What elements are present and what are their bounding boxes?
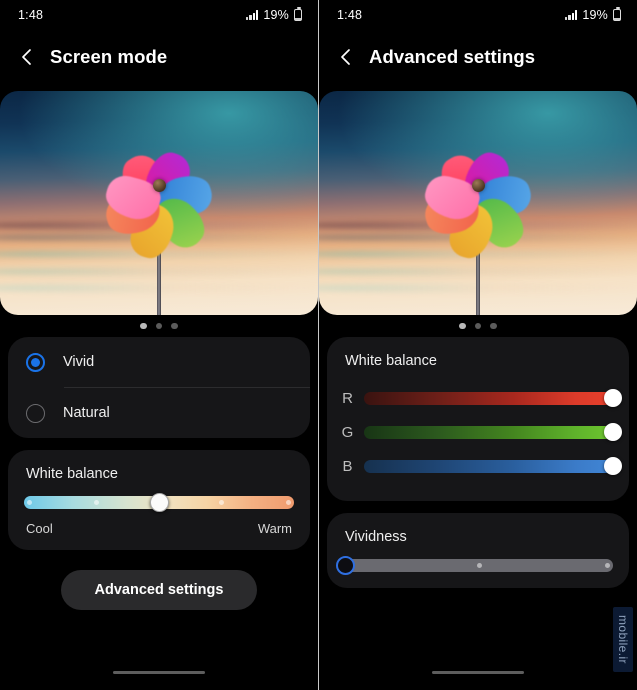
red-slider[interactable]: [364, 389, 622, 407]
pinwheel-graphic: [89, 119, 229, 315]
status-indicators: 19%: [565, 7, 621, 22]
app-bar-left: Screen mode: [0, 30, 318, 84]
home-indicator-right[interactable]: [432, 670, 524, 674]
vividness-card: Vividness: [327, 513, 629, 588]
page-dot[interactable]: [459, 322, 466, 330]
battery-icon: [294, 7, 302, 21]
slider-tick: [94, 500, 100, 505]
red-slider-thumb[interactable]: [604, 389, 622, 407]
white-balance-thumb[interactable]: [149, 493, 169, 512]
site-watermark: mobile.ir: [613, 607, 633, 672]
home-indicator-left[interactable]: [113, 670, 205, 674]
cool-label: Cool: [26, 521, 53, 536]
white-balance-card-left: White balance Cool Warm: [8, 450, 310, 550]
white-balance-title: White balance: [345, 353, 437, 369]
radio-vivid[interactable]: [26, 352, 45, 372]
warm-label: Warm: [257, 521, 292, 536]
battery-percent-label: 19%: [263, 8, 289, 22]
preview-page-dots-left[interactable]: [0, 315, 318, 337]
channel-label-r: R: [342, 389, 353, 407]
page-dot[interactable]: [490, 322, 497, 330]
battery-percent-label: 19%: [582, 8, 608, 22]
mode-option-vivid[interactable]: Vivid: [8, 337, 310, 387]
rgb-slider-list: R G B: [327, 369, 629, 501]
vividness-slider-wrap: [327, 545, 629, 588]
mode-label-vivid: Vivid: [63, 354, 95, 370]
vividness-slider[interactable]: [335, 556, 613, 575]
signal-bars-icon: [565, 10, 578, 20]
rgb-row-blue: B: [341, 449, 622, 483]
status-bar-left: 1:48 19%: [0, 0, 318, 30]
vividness-title: Vividness: [345, 529, 407, 545]
status-time: 1:48: [18, 8, 44, 22]
signal-bars-icon: [246, 10, 259, 20]
green-slider[interactable]: [364, 423, 622, 441]
status-indicators: 19%: [246, 7, 302, 22]
battery-icon: [613, 7, 621, 21]
advanced-settings-button[interactable]: Advanced settings: [60, 570, 258, 610]
page-title: Advanced settings: [369, 46, 536, 67]
blue-slider[interactable]: [364, 457, 622, 475]
green-slider-thumb[interactable]: [604, 423, 622, 441]
mode-option-natural[interactable]: Natural: [8, 388, 310, 438]
chevron-left-icon[interactable]: [16, 46, 38, 68]
status-bar-right: 1:48 19%: [319, 0, 637, 30]
slider-tick: [218, 500, 224, 505]
page-dot[interactable]: [155, 322, 163, 330]
wallpaper-preview-left: [0, 91, 318, 315]
page-dot[interactable]: [474, 322, 482, 330]
rgb-row-red: R: [341, 381, 622, 415]
dual-screenshot-stage: 1:48 19% Screen mode Vivid Natural White…: [0, 0, 637, 690]
app-bar-right: Advanced settings: [319, 30, 637, 84]
white-balance-slider[interactable]: [24, 493, 294, 512]
slider-tick: [286, 500, 292, 505]
blue-slider-thumb[interactable]: [604, 457, 622, 475]
advanced-settings-button-wrap: Advanced settings: [0, 550, 318, 610]
pinwheel-graphic: [408, 119, 548, 315]
screen-mode-options-card: Vivid Natural: [8, 337, 310, 438]
white-balance-card-right: White balance R G B: [327, 337, 629, 501]
vividness-thumb[interactable]: [335, 556, 355, 575]
slider-tick: [605, 563, 611, 568]
radio-natural[interactable]: [26, 403, 45, 423]
channel-label-b: B: [342, 457, 353, 475]
page-dot[interactable]: [171, 322, 178, 330]
channel-label-g: G: [341, 423, 354, 441]
mode-label-natural: Natural: [63, 405, 110, 421]
advanced-settings-panel: 1:48 19% Advanced settings White balance…: [318, 0, 637, 690]
slider-tick: [476, 563, 482, 568]
white-balance-title: White balance: [26, 466, 118, 482]
preview-page-dots-right[interactable]: [319, 315, 637, 337]
white-balance-endpoints: Cool Warm: [24, 509, 294, 536]
page-title: Screen mode: [50, 46, 168, 67]
page-dot[interactable]: [140, 322, 147, 330]
screen-mode-panel: 1:48 19% Screen mode Vivid Natural White…: [0, 0, 318, 690]
white-balance-slider-wrap: Cool Warm: [8, 482, 310, 550]
slider-tick: [26, 500, 32, 505]
status-time: 1:48: [337, 8, 363, 22]
wallpaper-preview-right: [319, 91, 637, 315]
chevron-left-icon[interactable]: [335, 46, 357, 68]
rgb-row-green: G: [341, 415, 622, 449]
